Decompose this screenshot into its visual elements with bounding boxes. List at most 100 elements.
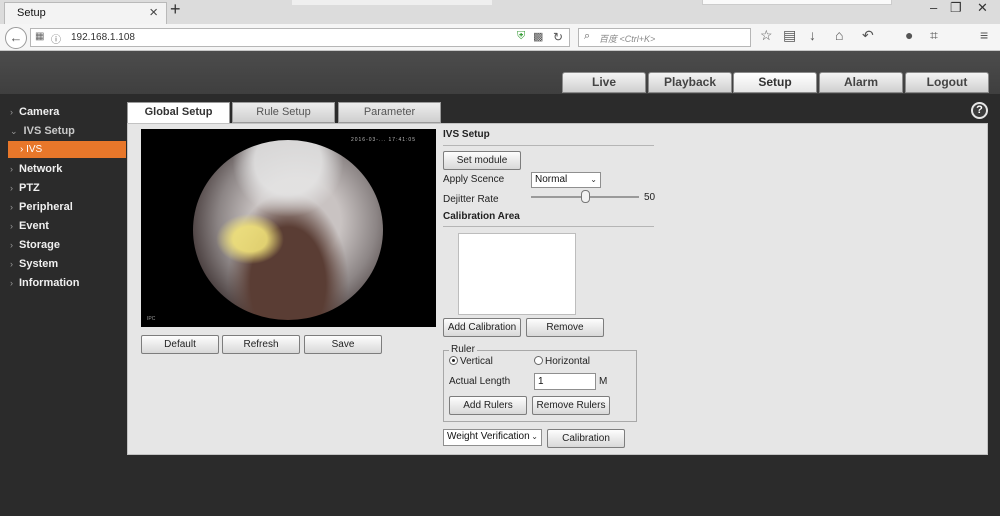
sidebar-item-label: System: [19, 258, 59, 270]
vertical-label: Vertical: [460, 356, 493, 367]
shield-icon[interactable]: ⛨: [517, 30, 525, 43]
sidebar-item-peripheral[interactable]: › Peripheral: [10, 201, 73, 213]
undo-icon[interactable]: ↶: [862, 27, 874, 44]
tab-live[interactable]: Live: [562, 72, 646, 93]
restore-icon[interactable]: ❐: [950, 0, 962, 16]
save-button[interactable]: Save: [304, 335, 382, 354]
video-timestamp: 2016-03-... 17:41:05: [350, 137, 416, 143]
close-tab-icon[interactable]: ×: [149, 4, 158, 21]
info-icon[interactable]: ⓘ: [51, 31, 61, 46]
dejitter-value: 50: [644, 192, 656, 203]
home-icon[interactable]: ⌂: [835, 27, 843, 43]
back-arrow-icon[interactable]: ←: [5, 27, 27, 49]
chevron-right-icon: ›: [10, 202, 13, 212]
sidebar-item-label: IVS Setup: [23, 125, 75, 137]
sidebar-item-label: Peripheral: [19, 201, 73, 213]
chevron-right-icon: ›: [10, 278, 13, 288]
sidebar-subitem-label: IVS: [26, 144, 43, 155]
refresh-button[interactable]: Refresh: [222, 335, 300, 354]
sidebar-item-event[interactable]: › Event: [10, 220, 49, 232]
chevron-down-icon: ⌄: [590, 175, 597, 184]
sidebar-item-label: Camera: [19, 106, 60, 118]
chevron-right-icon: ›: [10, 183, 13, 193]
chevron-down-icon: ⌄: [531, 432, 538, 441]
bookmark-star-icon[interactable]: ☆: [760, 27, 773, 44]
tab-playback[interactable]: Playback: [648, 72, 732, 93]
tab-rule-setup[interactable]: Rule Setup: [232, 102, 335, 123]
sidebar-item-storage[interactable]: › Storage: [10, 239, 60, 251]
search-icon: ⌕: [584, 30, 591, 42]
apply-scene-select[interactable]: Normal ⌄: [531, 172, 601, 188]
sidebar-item-label: Event: [19, 220, 49, 232]
menu-icon[interactable]: ≡: [980, 27, 988, 43]
tab-setup[interactable]: Setup: [733, 72, 817, 93]
chat-icon[interactable]: ●: [905, 27, 913, 43]
sidebar-item-system[interactable]: › System: [10, 258, 58, 270]
fisheye-image: [193, 140, 383, 320]
actual-length-input[interactable]: 1: [534, 373, 596, 390]
ivs-setup-title: IVS Setup: [443, 129, 490, 140]
set-module-button[interactable]: Set module: [443, 151, 521, 170]
sidebar-item-label: PTZ: [19, 182, 40, 194]
chevron-right-icon: ›: [10, 107, 13, 117]
dejitter-rate-label: Dejitter Rate: [443, 194, 499, 205]
sidebar-item-information[interactable]: › Information: [10, 277, 80, 289]
tab-logout[interactable]: Logout: [905, 72, 989, 93]
close-window-icon[interactable]: ✕: [977, 0, 988, 16]
minimize-icon[interactable]: –: [930, 0, 937, 15]
apply-scene-value: Normal: [535, 174, 568, 185]
sidebar-item-ptz[interactable]: › PTZ: [10, 182, 40, 194]
reading-list-icon[interactable]: ▤: [783, 27, 796, 44]
browser-tab-title: Setup: [17, 7, 46, 19]
qr-code-icon[interactable]: ▩: [533, 30, 543, 43]
browser-tab-strip: Setup × + – ❐ ✕: [0, 0, 1000, 24]
apply-scene-label: Apply Scence: [443, 174, 505, 185]
video-channel-label: IPC: [147, 316, 156, 322]
horizontal-radio[interactable]: [534, 356, 543, 365]
sidebar-subitem-ivs[interactable]: › IVS: [8, 141, 126, 158]
remove-rulers-button[interactable]: Remove Rulers: [532, 396, 610, 415]
tab-global-setup[interactable]: Global Setup: [127, 102, 230, 124]
chevron-down-icon: ⌄: [10, 126, 18, 136]
reload-icon[interactable]: ↻: [553, 30, 563, 44]
divider: [443, 145, 654, 146]
divider: [443, 226, 654, 227]
help-icon[interactable]: ?: [971, 102, 988, 119]
crop-icon[interactable]: ⌗: [930, 27, 938, 44]
address-bar[interactable]: ▦ ⓘ 192.168.1.108 ⛨ ▩ ↻: [30, 28, 570, 47]
address-text: 192.168.1.108: [71, 32, 135, 43]
remove-button[interactable]: Remove: [526, 318, 604, 337]
title-bar-strip: [292, 0, 492, 5]
sidebar-item-camera[interactable]: › Camera: [10, 106, 59, 118]
page-icon: ▦: [35, 31, 45, 42]
dejitter-slider-thumb[interactable]: [581, 190, 590, 203]
sidebar-item-label: Information: [19, 277, 80, 289]
actual-length-label: Actual Length: [449, 376, 511, 387]
vertical-radio[interactable]: [449, 356, 458, 365]
chevron-right-icon: ›: [10, 221, 13, 231]
add-calibration-button[interactable]: Add Calibration: [443, 318, 521, 337]
chevron-right-icon: ›: [10, 259, 13, 269]
tab-parameter[interactable]: Parameter: [338, 102, 441, 123]
chevron-right-icon: ›: [10, 164, 13, 174]
tab-alarm[interactable]: Alarm: [819, 72, 903, 93]
search-placeholder: 百度 <Ctrl+K>: [599, 34, 656, 44]
sidebar-item-label: Storage: [19, 239, 60, 251]
new-tab-icon[interactable]: +: [170, 0, 181, 20]
sidebar-item-network[interactable]: › Network: [10, 163, 62, 175]
download-icon[interactable]: ↓: [809, 27, 816, 43]
browser-nav-bar: ← ▦ ⓘ 192.168.1.108 ⛨ ▩ ↻ ⌕ 百度 <Ctrl+K>: [0, 24, 1000, 51]
browser-tab[interactable]: Setup ×: [4, 2, 167, 24]
search-bar[interactable]: ⌕ 百度 <Ctrl+K>: [578, 28, 751, 47]
chevron-right-icon: ›: [10, 240, 13, 250]
verification-select[interactable]: Weight Verification ⌄: [443, 429, 542, 446]
calibration-preview[interactable]: [458, 233, 576, 315]
calibration-button[interactable]: Calibration: [547, 429, 625, 448]
calibration-area-title: Calibration Area: [443, 211, 520, 222]
title-bar-strip-2: [702, 0, 892, 5]
video-preview[interactable]: 2016-03-... 17:41:05 IPC: [141, 129, 436, 327]
default-button[interactable]: Default: [141, 335, 219, 354]
horizontal-label: Horizontal: [545, 356, 591, 367]
sidebar-item-ivs-setup[interactable]: ⌄ IVS Setup: [10, 125, 75, 137]
add-rulers-button[interactable]: Add Rulers: [449, 396, 527, 415]
